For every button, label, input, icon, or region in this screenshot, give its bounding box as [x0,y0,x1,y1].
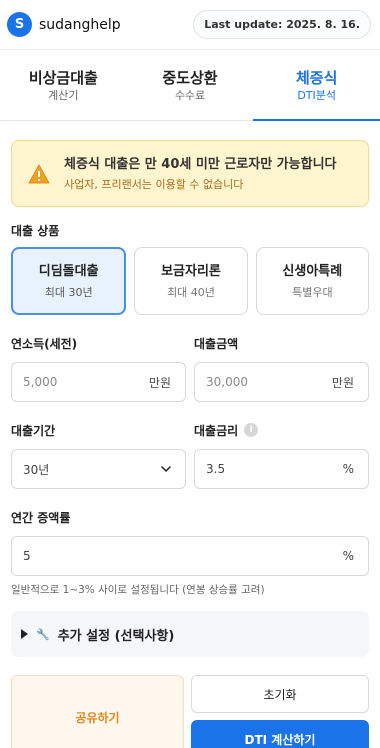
growth-unit: % [342,549,354,563]
period-rate-row: 대출기간 30년 대출금리 i 3.5 % [11,422,369,489]
share-button[interactable]: 공유하기 [11,675,184,748]
warning-icon [28,164,50,183]
loan-amount-label: 대출금액 [194,336,239,351]
eligibility-alert: 체증식 대출은 만 40세 미만 근로자만 가능합니다 사업자, 프리랜서는 이… [11,140,369,207]
tab-emergency-loan[interactable]: 비상금대출 계산기 [0,51,127,120]
action-buttons: 공유하기 초기화 DTI 계산하기 [11,675,369,748]
brand-logo: S [7,12,32,37]
alert-title: 체증식 대출은 만 40세 미만 근로자만 가능합니다 [64,156,337,172]
advanced-settings-toggle[interactable]: 🔧 추가 설정 (선택사항) [11,611,369,657]
product-detail: 특별우대 [292,285,333,299]
product-bogeumjari[interactable]: 보금자리론 최대 40년 [134,247,248,315]
rate-label: 대출금리 i [194,422,369,438]
tab-subtitle: 수수료 [174,89,206,102]
growth-hint: 일반적으로 1~3% 사이로 설정됩니다 (연봉 상승률 고려) [11,584,265,596]
expand-triangle-icon [21,629,28,639]
advanced-settings-label: 추가 설정 (선택사항) [57,628,175,644]
income-unit: 만원 [148,375,171,390]
income-input[interactable]: 5,000 만원 [11,362,186,402]
period-label: 대출기간 [11,423,56,438]
period-select[interactable]: 30년 [11,449,186,489]
tab-title: 중도상환 [162,69,218,87]
product-name: 보금자리론 [161,263,221,279]
product-detail: 최대 30년 [44,285,93,299]
rate-input[interactable]: 3.5 % [194,449,369,489]
loan-amount-placeholder: 30,000 [206,375,248,389]
last-update-badge: Last update: 2025. 8. 16. [193,10,371,39]
tab-bar: 비상금대출 계산기 중도상환 수수료 체증식 DTI분석 [0,51,380,121]
rate-value: 3.5 [206,462,226,476]
loan-amount-input[interactable]: 30,000 만원 [194,362,369,402]
app-header: S sudanghelp Last update: 2025. 8. 16. [0,0,380,50]
info-icon[interactable]: i [244,423,259,437]
product-name: 신생아특례 [282,263,343,279]
chevron-down-icon [161,466,171,472]
product-name: 디딤돌대출 [38,263,99,279]
tab-title: 체증식 [295,69,338,87]
growth-input[interactable]: 5 % [11,536,369,576]
product-section-label: 대출 상품 [11,224,60,238]
income-placeholder: 5,000 [23,375,58,389]
wrench-icon: 🔧 [36,627,50,641]
product-didimdol[interactable]: 디딤돌대출 최대 30년 [11,247,127,315]
growth-label: 연간 증액률 [11,510,71,525]
alert-subtitle: 사업자, 프리랜서는 이용할 수 없습니다 [64,177,244,191]
product-newborn-special[interactable]: 신생아특례 특별우대 [255,247,369,315]
brand-name: sudanghelp [39,16,121,33]
tab-graduated-dti[interactable]: 체증식 DTI분석 [253,51,380,121]
product-detail: 최대 40년 [167,285,215,299]
brand[interactable]: S sudanghelp [7,12,121,37]
loan-amount-unit: 만원 [331,375,354,390]
growth-field: 연간 증액률 5 % 일반적으로 1~3% 사이로 설정됩니다 (연봉 상승률 … [11,509,369,597]
tab-title: 비상금대출 [28,69,98,87]
rate-unit: % [342,462,354,476]
tab-prepayment-fee[interactable]: 중도상환 수수료 [127,51,254,120]
income-amount-row: 연소득(세전) 5,000 만원 대출금액 30,000 만원 [11,335,369,402]
growth-value: 5 [23,549,31,563]
tab-subtitle: 계산기 [48,89,79,102]
period-value: 30년 [23,462,50,477]
tab-subtitle: DTI분석 [297,89,337,102]
income-label: 연소득(세전) [11,336,78,351]
calculator-form: 체증식 대출은 만 40세 미만 근로자만 가능합니다 사업자, 프리랜서는 이… [0,140,380,748]
product-options: 디딤돌대출 최대 30년 보금자리론 최대 40년 신생아특례 특별우대 [11,247,369,315]
calculate-dti-button[interactable]: DTI 계산하기 [191,720,369,748]
reset-button[interactable]: 초기화 [191,675,369,713]
